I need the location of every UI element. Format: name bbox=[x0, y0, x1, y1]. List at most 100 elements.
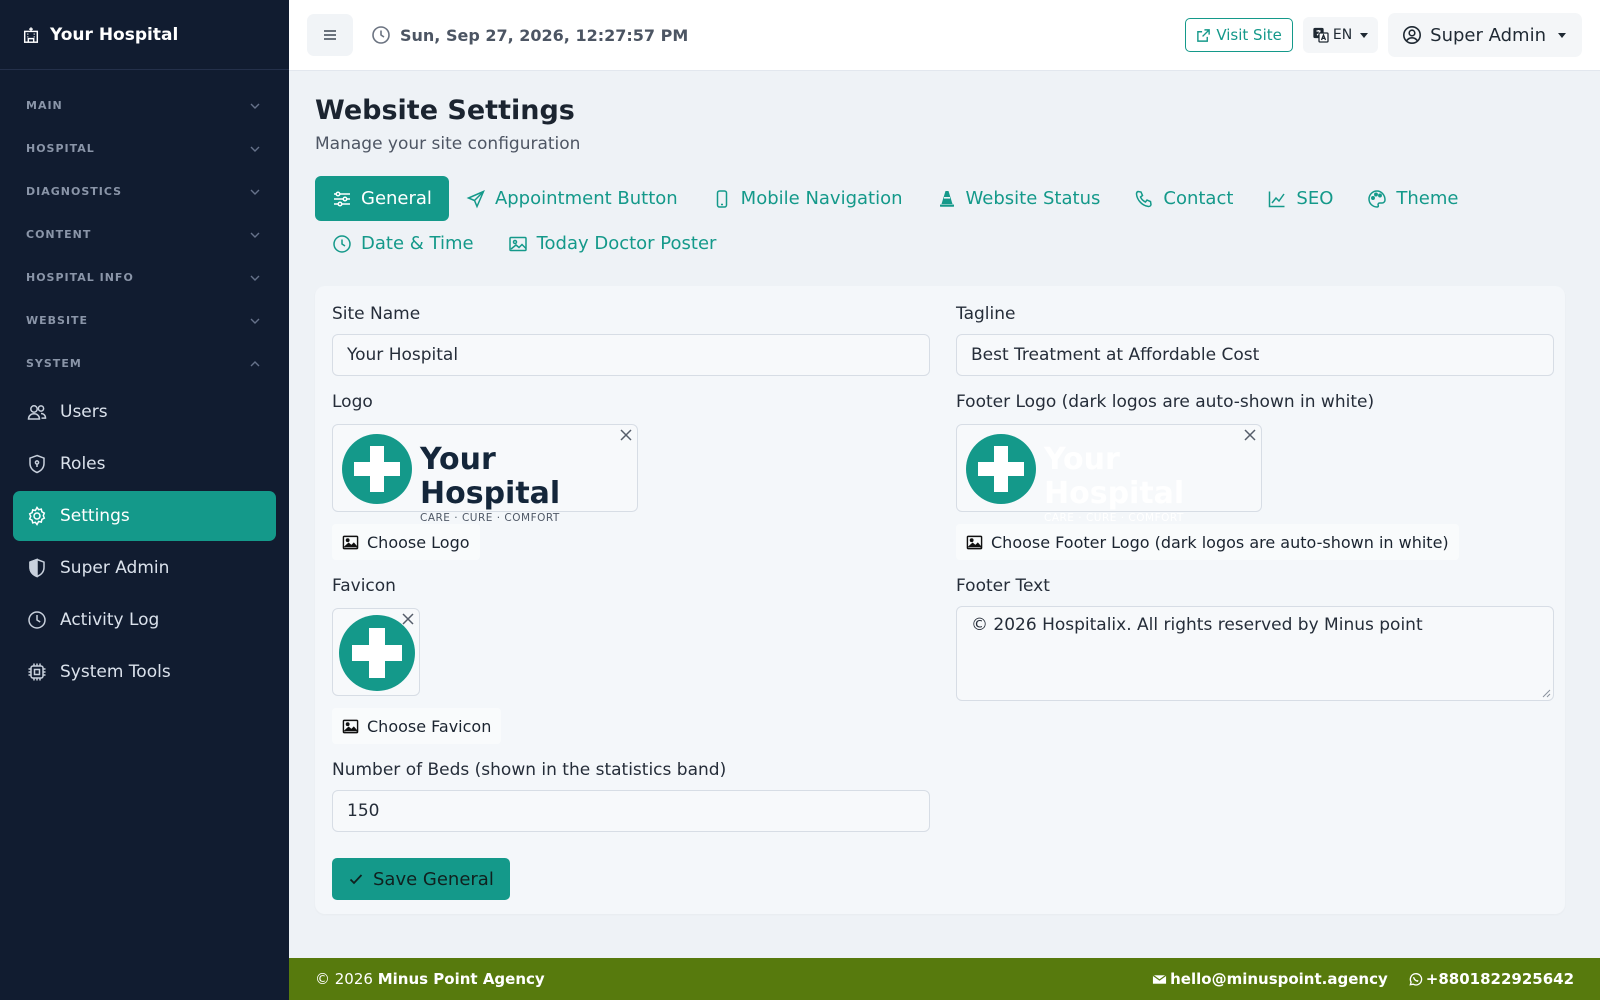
translate-icon bbox=[1313, 27, 1333, 43]
tab-contact[interactable]: Contact bbox=[1117, 176, 1250, 221]
sidebar-item-roles[interactable]: Roles bbox=[13, 439, 276, 489]
tagline-label: Tagline bbox=[956, 304, 1016, 324]
send-icon bbox=[466, 189, 495, 209]
tab-website-status[interactable]: Website Status bbox=[920, 176, 1118, 221]
tab-appointment-button[interactable]: Appointment Button bbox=[449, 176, 695, 221]
choose-footer-logo-label: Choose Footer Logo (dark logos are auto-… bbox=[991, 532, 1449, 552]
sidebar-item-label: Settings bbox=[60, 506, 130, 526]
chevron-down-icon bbox=[249, 143, 261, 155]
sidebar-item-system-tools[interactable]: System Tools bbox=[13, 647, 276, 697]
footer-text-field: Footer Text © 2026 Hospitalix. All right… bbox=[956, 574, 1554, 701]
footer-text-input[interactable]: © 2026 Hospitalix. All rights reserved b… bbox=[956, 606, 1554, 701]
chevron-down-icon bbox=[249, 100, 261, 112]
footer-logo-preview: Your Hospital CARE · CURE · COMFORT bbox=[956, 424, 1262, 524]
beds-input[interactable]: 150 bbox=[332, 790, 930, 832]
visit-site-button[interactable]: Visit Site bbox=[1185, 18, 1293, 52]
page-title: Website Settings bbox=[315, 95, 575, 126]
tab-label: Date & Time bbox=[361, 233, 474, 254]
tab-general[interactable]: General bbox=[315, 176, 449, 221]
clock-icon bbox=[26, 609, 48, 631]
save-row: Save General bbox=[332, 858, 930, 900]
nav-section-label: WEBSITE bbox=[26, 314, 89, 327]
cross-logo-icon bbox=[342, 434, 412, 504]
footer-logo-word: Your Hospital bbox=[1044, 442, 1185, 511]
nav-section-hospital-info[interactable]: HOSPITAL INFO bbox=[0, 256, 289, 299]
phone-device-icon bbox=[712, 189, 741, 209]
favicon-preview bbox=[332, 608, 420, 696]
sidebar-item-label: System Tools bbox=[60, 662, 171, 682]
nav-section-content[interactable]: CONTENT bbox=[0, 213, 289, 256]
save-general-button[interactable]: Save General bbox=[332, 858, 510, 900]
image-icon bbox=[966, 534, 991, 551]
page-footer: © 2026 Minus Point Agency hello@minuspoi… bbox=[289, 958, 1600, 1000]
page-subtitle: Manage your site configuration bbox=[315, 134, 581, 154]
tab-seo[interactable]: SEO bbox=[1250, 176, 1350, 221]
tagline-input[interactable]: Best Treatment at Affordable Cost bbox=[956, 334, 1554, 376]
choose-favicon-button[interactable]: Choose Favicon bbox=[332, 708, 502, 744]
footer-logo-tagline: CARE · CURE · COMFORT bbox=[1044, 512, 1184, 524]
footer-email[interactable]: hello@minuspoint.agency bbox=[1152, 970, 1388, 988]
sidebar-item-activity-log[interactable]: Activity Log bbox=[13, 595, 276, 645]
right-column: Tagline Best Treatment at Affordable Cos… bbox=[956, 302, 1554, 701]
nav-section-diagnostics[interactable]: DIAGNOSTICS bbox=[0, 170, 289, 213]
tab-date-time[interactable]: Date & Time bbox=[315, 221, 491, 266]
half-shield-icon bbox=[26, 557, 48, 579]
chevron-down-icon bbox=[249, 315, 261, 327]
remove-favicon-icon[interactable] bbox=[401, 612, 415, 626]
tagline-field: Tagline Best Treatment at Affordable Cos… bbox=[956, 302, 1554, 376]
topbar: Sun, Sep 27, 2026, 12:27:57 PM Visit Sit… bbox=[289, 0, 1600, 71]
resize-handle-icon[interactable] bbox=[1542, 689, 1551, 698]
site-name-input[interactable]: Your Hospital bbox=[332, 334, 930, 376]
envelope-icon bbox=[1152, 972, 1170, 987]
hamburger-icon bbox=[323, 29, 337, 41]
beds-label: Number of Beds (shown in the statistics … bbox=[332, 760, 727, 780]
brand-name: Your Hospital bbox=[50, 24, 179, 45]
nav-section-system[interactable]: SYSTEM bbox=[0, 342, 289, 385]
tab-mobile-navigation[interactable]: Mobile Navigation bbox=[695, 176, 920, 221]
nav-section-label: HOSPITAL INFO bbox=[26, 271, 134, 284]
tab-today-doctor-poster[interactable]: Today Doctor Poster bbox=[491, 221, 734, 266]
nav-section-hospital[interactable]: HOSPITAL bbox=[0, 127, 289, 170]
user-menu-dropdown[interactable]: Super Admin bbox=[1388, 13, 1582, 57]
cross-logo-icon bbox=[966, 434, 1036, 504]
tab-theme[interactable]: Theme bbox=[1350, 176, 1475, 221]
nav-section-label: MAIN bbox=[26, 99, 63, 112]
tab-label: Appointment Button bbox=[494, 188, 678, 209]
footer-agency-link[interactable]: Minus Point Agency bbox=[378, 970, 545, 988]
cpu-icon bbox=[26, 661, 48, 683]
remove-footer-logo-icon[interactable] bbox=[1243, 428, 1257, 442]
choose-logo-button[interactable]: Choose Logo bbox=[332, 524, 480, 560]
footer-logo-field: Footer Logo (dark logos are auto-shown i… bbox=[956, 390, 1554, 560]
brand[interactable]: Your Hospital bbox=[0, 0, 289, 70]
datetime-display: Sun, Sep 27, 2026, 12:27:57 PM bbox=[371, 25, 688, 45]
clock-icon bbox=[371, 25, 400, 45]
sidebar-item-settings[interactable]: Settings bbox=[13, 491, 276, 541]
caret-down-icon bbox=[1360, 32, 1369, 38]
tab-label: Today Doctor Poster bbox=[536, 233, 717, 254]
nav-section-website[interactable]: WEBSITE bbox=[0, 299, 289, 342]
language-dropdown[interactable]: EN bbox=[1302, 17, 1379, 53]
tab-label: Website Status bbox=[965, 188, 1101, 209]
cone-icon bbox=[937, 189, 966, 209]
palette-icon bbox=[1367, 189, 1396, 209]
sidebar-item-label: Roles bbox=[60, 454, 106, 474]
remove-logo-icon[interactable] bbox=[619, 428, 633, 442]
choose-footer-logo-button[interactable]: Choose Footer Logo (dark logos are auto-… bbox=[956, 524, 1459, 560]
sidebar-item-super-admin[interactable]: Super Admin bbox=[13, 543, 276, 593]
footer-phone[interactable]: +8801822925642 bbox=[1408, 970, 1574, 988]
cross-favicon-icon bbox=[339, 615, 415, 691]
footer-copyright: © 2026 Minus Point Agency bbox=[315, 970, 545, 988]
general-settings-card: Site Name Your Hospital Logo Your Hospit… bbox=[315, 286, 1565, 914]
telephone-icon bbox=[1134, 189, 1163, 209]
footer-logo-label: Footer Logo (dark logos are auto-shown i… bbox=[956, 392, 1375, 412]
caret-down-icon bbox=[1558, 32, 1566, 38]
logo-label: Logo bbox=[332, 392, 373, 412]
menu-toggle-button[interactable] bbox=[307, 14, 353, 56]
sidebar-item-users[interactable]: Users bbox=[13, 387, 276, 437]
datetime-text: Sun, Sep 27, 2026, 12:27:57 PM bbox=[400, 25, 689, 45]
image-icon bbox=[342, 718, 367, 735]
site-name-field: Site Name Your Hospital bbox=[332, 302, 930, 376]
favicon-field: Favicon Choose Favicon bbox=[332, 574, 930, 744]
check-icon bbox=[348, 871, 373, 887]
nav-section-main[interactable]: MAIN bbox=[0, 84, 289, 127]
